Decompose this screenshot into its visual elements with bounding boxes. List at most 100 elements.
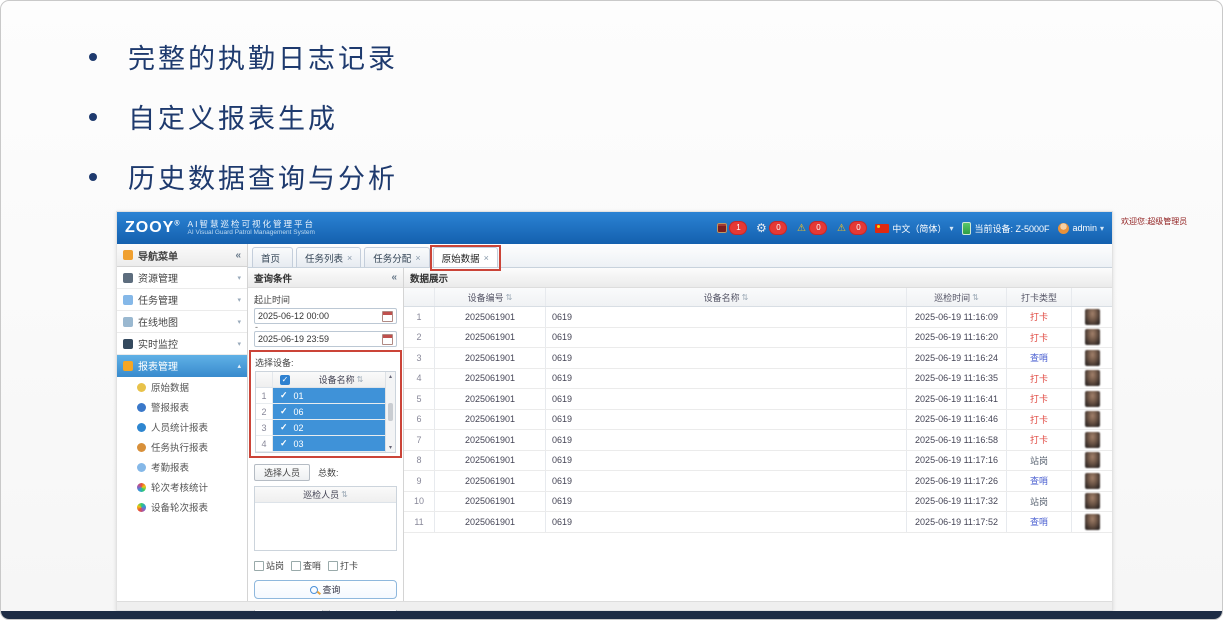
- type-option[interactable]: 打卡: [328, 559, 358, 572]
- table-row[interactable]: 7 2025061901 0619 2025-06-19 11:16:58 打卡: [404, 430, 1112, 451]
- avatar[interactable]: [1085, 391, 1100, 407]
- select-person-button[interactable]: 选择人员: [254, 464, 310, 481]
- avatar[interactable]: [1085, 350, 1100, 366]
- avatar[interactable]: [1085, 329, 1100, 345]
- avatar[interactable]: [1085, 432, 1100, 448]
- device-row[interactable]: 3 ✓ 02: [256, 420, 385, 436]
- notification-group[interactable]: 1: [717, 222, 746, 234]
- device-row[interactable]: 1 ✓ 01: [256, 388, 385, 404]
- scroll-up-icon[interactable]: ▴: [389, 373, 392, 380]
- sort-icon[interactable]: ⇅: [357, 375, 364, 384]
- panel-collapse-icon[interactable]: «: [391, 272, 397, 283]
- table-row[interactable]: 2 2025061901 0619 2025-06-19 11:16:20 打卡: [404, 328, 1112, 349]
- tab-close-icon[interactable]: ×: [484, 253, 489, 263]
- notification-badge: 0: [850, 222, 866, 234]
- sidebar-item[interactable]: 报表管理 ▴: [117, 355, 247, 377]
- notification-group[interactable]: ⚙ 0: [755, 222, 786, 234]
- notification-group[interactable]: ⚠ 0: [795, 222, 826, 234]
- end-time-input[interactable]: 2025-06-19 23:59: [254, 331, 397, 347]
- sort-icon[interactable]: ⇅: [341, 490, 348, 499]
- sidebar-item[interactable]: 在线地图 ▾: [117, 311, 247, 333]
- checkin-type-cell: 打卡: [1007, 369, 1072, 389]
- sidebar-subitem[interactable]: 考勤报表: [117, 457, 247, 477]
- avatar[interactable]: [1085, 452, 1100, 468]
- table-row[interactable]: 8 2025061901 0619 2025-06-19 11:17:16 站岗: [404, 451, 1112, 472]
- language-selector[interactable]: 中文（简体） ▾: [875, 222, 953, 235]
- start-time-value: 2025-06-12 00:00: [258, 311, 329, 321]
- table-row[interactable]: 5 2025061901 0619 2025-06-19 11:16:41 打卡: [404, 389, 1112, 410]
- sidebar-item[interactable]: 任务管理 ▾: [117, 289, 247, 311]
- table-row[interactable]: 3 2025061901 0619 2025-06-19 11:16:24 查哨: [404, 348, 1112, 369]
- device-number-cell: 2025061901: [435, 512, 546, 532]
- device-row[interactable]: 4 ✓ 03: [256, 436, 385, 452]
- notification-icon[interactable]: [717, 223, 727, 233]
- notification-icon[interactable]: ⚠: [795, 222, 807, 234]
- sort-icon[interactable]: ⇅: [972, 293, 979, 302]
- device-number-cell: 2025061901: [435, 307, 546, 327]
- device-table-scrollbar[interactable]: ▴ ▾: [385, 372, 395, 452]
- sidebar-item[interactable]: 资源管理 ▾: [117, 267, 247, 289]
- calendar-icon[interactable]: [382, 311, 393, 322]
- calendar-icon[interactable]: [382, 334, 393, 345]
- device-row[interactable]: 2 ✓ 06: [256, 404, 385, 420]
- type-option[interactable]: 查哨: [291, 559, 321, 572]
- sidebar-collapse-icon[interactable]: «: [235, 250, 241, 261]
- sort-icon[interactable]: ⇅: [506, 293, 513, 302]
- col-checkin-type: 打卡类型: [1021, 291, 1057, 304]
- language-label: 中文（简体）: [892, 222, 946, 235]
- patrol-time-cell: 2025-06-19 11:16:35: [907, 369, 1007, 389]
- start-time-input[interactable]: 2025-06-12 00:00: [254, 308, 397, 324]
- sidebar-subitem[interactable]: 任务执行报表: [117, 437, 247, 457]
- tab[interactable]: 任务列表 ×: [296, 247, 361, 267]
- checkbox-icon[interactable]: [328, 561, 338, 571]
- current-device[interactable]: 当前设备: Z-5000F: [962, 222, 1049, 235]
- type-option[interactable]: 站岗: [254, 559, 284, 572]
- select-all-checkbox[interactable]: ✓: [280, 375, 290, 385]
- tab[interactable]: 首页: [252, 247, 293, 267]
- checkin-type-cell: 查哨: [1007, 348, 1072, 368]
- avatar[interactable]: [1085, 514, 1100, 530]
- avatar[interactable]: [1085, 370, 1100, 386]
- sidebar-item-icon: [123, 361, 133, 371]
- search-button[interactable]: 查询: [254, 580, 397, 599]
- scrollbar-thumb[interactable]: [388, 403, 393, 421]
- sidebar-subitem[interactable]: 设备轮次报表: [117, 497, 247, 517]
- avatar[interactable]: [1085, 493, 1100, 509]
- table-row[interactable]: 1 2025061901 0619 2025-06-19 11:16:09 打卡: [404, 307, 1112, 328]
- sidebar-item-icon: [123, 295, 133, 305]
- sidebar-subitem[interactable]: 警报报表: [117, 397, 247, 417]
- sidebar-subitem[interactable]: 人员统计报表: [117, 417, 247, 437]
- table-row[interactable]: 10 2025061901 0619 2025-06-19 11:17:32 站…: [404, 492, 1112, 513]
- checkbox-icon[interactable]: [254, 561, 264, 571]
- bullet-dot-icon: [89, 53, 97, 61]
- sidebar-item-label: 资源管理: [138, 270, 178, 285]
- tab[interactable]: 原始数据 ×: [433, 247, 498, 267]
- checkin-type-cell: 打卡: [1007, 307, 1072, 327]
- avatar[interactable]: [1085, 473, 1100, 489]
- tab-bar: 首页 任务列表 × 任务分配 ×: [248, 244, 1112, 268]
- tab[interactable]: 任务分配 ×: [364, 247, 429, 267]
- annotation-device-section: 选择设备: ✓ 设备名称 ⇅: [249, 350, 402, 458]
- table-row[interactable]: 6 2025061901 0619 2025-06-19 11:16:46 打卡: [404, 410, 1112, 431]
- avatar[interactable]: [1085, 309, 1100, 325]
- checkbox-icon[interactable]: [291, 561, 301, 571]
- tab-close-icon[interactable]: ×: [347, 253, 352, 263]
- notification-icon[interactable]: ⚠: [835, 222, 847, 234]
- table-row[interactable]: 4 2025061901 0619 2025-06-19 11:16:35 打卡: [404, 369, 1112, 390]
- check-icon: ✓: [280, 390, 288, 401]
- row-number: 10: [404, 492, 435, 512]
- device-row-number: 1: [256, 388, 273, 403]
- sidebar-subitem[interactable]: 原始数据: [117, 377, 247, 397]
- tab-close-icon[interactable]: ×: [415, 253, 420, 263]
- notification-icon[interactable]: ⚙: [755, 222, 767, 234]
- sort-icon[interactable]: ⇅: [742, 293, 749, 302]
- notification-group[interactable]: ⚠ 0: [835, 222, 866, 234]
- table-row[interactable]: 11 2025061901 0619 2025-06-19 11:17:52 查…: [404, 512, 1112, 533]
- sidebar-item[interactable]: 实时监控 ▾: [117, 333, 247, 355]
- photo-cell: [1072, 471, 1112, 491]
- scroll-down-icon[interactable]: ▾: [389, 444, 392, 451]
- user-menu[interactable]: admin ▾: [1058, 223, 1104, 234]
- avatar[interactable]: [1085, 411, 1100, 427]
- table-row[interactable]: 9 2025061901 0619 2025-06-19 11:17:26 查哨: [404, 471, 1112, 492]
- sidebar-subitem[interactable]: 轮次考核统计: [117, 477, 247, 497]
